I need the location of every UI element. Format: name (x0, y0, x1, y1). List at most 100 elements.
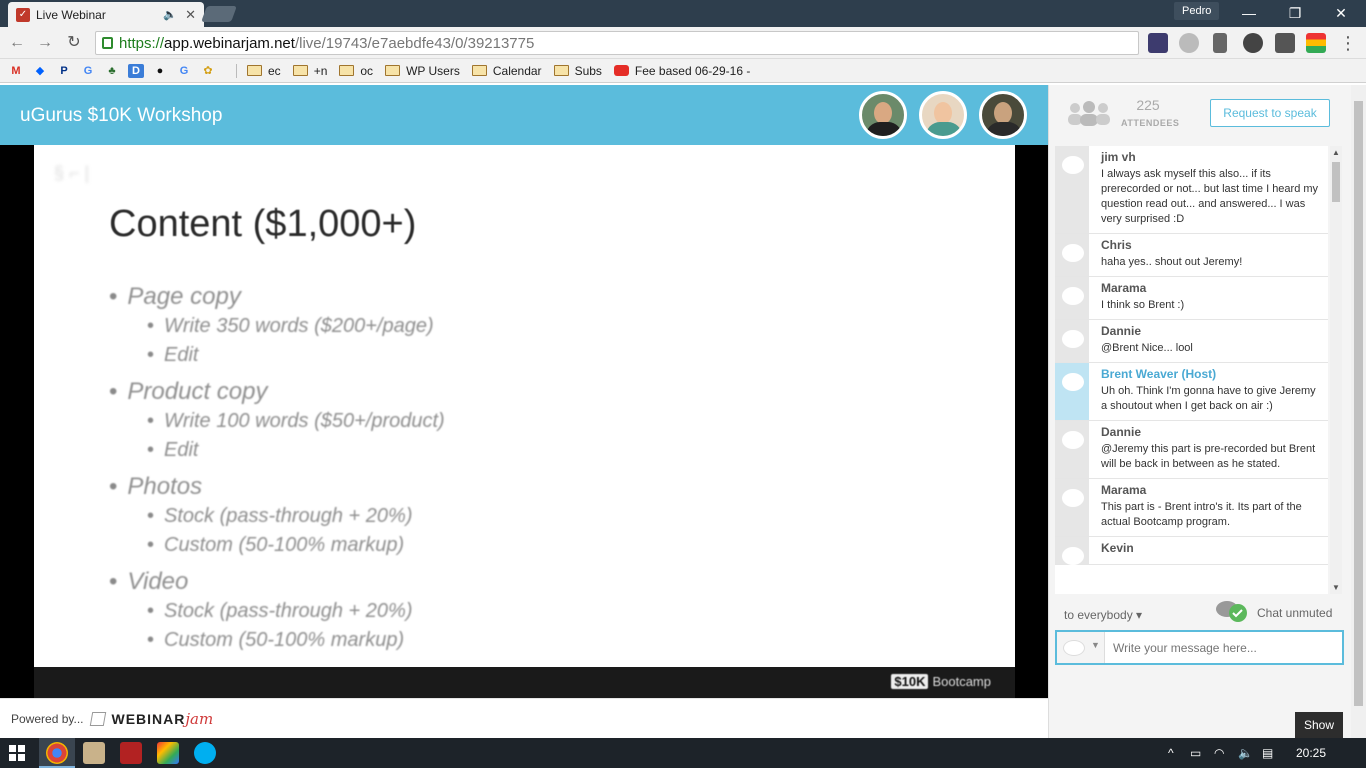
webinarjam-logo-text[interactable]: WEBINAR (111, 711, 185, 727)
folder-icon (292, 65, 308, 76)
extension-bulb-icon[interactable] (1275, 33, 1295, 53)
color-app-icon[interactable] (157, 742, 179, 764)
request-to-speak-button[interactable]: Request to speak (1210, 99, 1330, 127)
chat-avatar (1055, 479, 1089, 536)
slide-subbullet: • Stock (pass-through + 20%) (147, 505, 413, 527)
scroll-up-icon[interactable]: ▲ (1332, 148, 1340, 157)
chat-avatar (1055, 537, 1089, 565)
webinarjam-logo-accent[interactable]: jam (185, 710, 213, 728)
browser-tab[interactable]: ✓ Live Webinar 🔈 ✕ (8, 2, 204, 27)
bookmark-folder[interactable]: Calendar (471, 64, 542, 78)
chat-status: Chat unmuted (1257, 606, 1333, 620)
taskbar-clock[interactable]: 20:25 (1296, 746, 1326, 760)
message-type-select[interactable]: ▼ (1057, 632, 1105, 663)
filezilla-icon[interactable] (120, 742, 142, 764)
restore-icon[interactable]: ❐ (1280, 3, 1310, 23)
speech-bubble-icon (1062, 489, 1084, 507)
chat-avatar (1055, 146, 1089, 233)
paypal-icon[interactable]: P (56, 64, 72, 78)
page-scrollbar[interactable] (1351, 85, 1366, 738)
volume-icon[interactable]: 🔈 (1238, 746, 1253, 760)
url-host: app.webinarjam.net (164, 34, 295, 52)
chat-author: Dannie (1101, 425, 1142, 439)
speech-bubble-icon (1062, 156, 1084, 174)
chat-author: jim vh (1101, 150, 1136, 164)
bookmark-d-icon[interactable]: D (128, 63, 144, 78)
bookmark-folder[interactable]: ec (247, 64, 281, 78)
message-composer: ▼ (1055, 630, 1344, 665)
message-input[interactable] (1105, 632, 1342, 663)
bookmark-video[interactable]: Fee based 06-29-16 - (613, 64, 750, 78)
scroll-down-icon[interactable]: ▼ (1332, 583, 1340, 592)
dropbox-icon[interactable]: ◆ (32, 64, 48, 78)
close-tab-icon[interactable]: ✕ (185, 7, 196, 23)
attendees-icon (1068, 101, 1110, 126)
chat-scroll-thumb[interactable] (1332, 162, 1340, 202)
minimize-icon[interactable]: — (1234, 3, 1264, 23)
chrome-icon[interactable] (46, 742, 68, 764)
avatar-face (874, 102, 892, 124)
chat-panel: 225 ATTENDEES Request to speak jim vh I a… (1048, 85, 1366, 738)
folder-icon (471, 65, 487, 76)
skype-icon[interactable] (194, 742, 216, 764)
show-button[interactable]: Show (1295, 712, 1343, 738)
bookmark-puzzle-icon[interactable]: ✿ (200, 64, 216, 78)
avatar-body (866, 122, 902, 136)
new-tab-button[interactable] (201, 6, 237, 22)
chat-scrollbar[interactable]: ▲ ▼ (1330, 146, 1342, 594)
bookmark-folder[interactable]: +n (292, 64, 327, 78)
extension-book-icon[interactable] (1213, 33, 1227, 53)
speech-bubble-icon (1062, 244, 1084, 262)
bookmark-folder[interactable]: Subs (553, 64, 602, 78)
bookmark-tree-icon[interactable]: ♣ (104, 64, 120, 78)
url-scheme: https:// (119, 34, 165, 52)
notifications-icon[interactable]: ▤ (1262, 746, 1273, 760)
chat-text: @Brent Nice... lool (1101, 342, 1193, 354)
extension-color-icon[interactable] (1306, 33, 1326, 53)
chat-avatar (1055, 320, 1089, 362)
profile-button[interactable]: Pedro (1174, 2, 1220, 20)
extension-feather-icon[interactable] (1243, 33, 1263, 53)
extension-circle-icon[interactable] (1179, 33, 1199, 53)
chat-text: haha yes.. shout out Jeremy! (1101, 256, 1243, 268)
host-avatar[interactable] (859, 91, 907, 139)
slide-bullets: • Page copy • Write 350 words ($200+/page)… (109, 281, 445, 655)
video-player[interactable]: § ⌐ | Content ($1,000+) • Page copy • Writ… (0, 145, 1048, 698)
battery-icon[interactable]: ▭ (1190, 746, 1201, 760)
slide-subbullet: • Stock (pass-through + 20%) (147, 600, 413, 622)
webinarjam-favicon-icon: ✓ (16, 7, 30, 22)
reload-icon[interactable]: ↻ (64, 33, 84, 53)
slide-corner-mark: § ⌐ | (54, 163, 90, 183)
close-window-icon[interactable]: ✕ (1326, 3, 1356, 23)
page-scroll-thumb[interactable] (1354, 101, 1363, 706)
chat-message-list[interactable]: jim vh I always ask myself this also... i… (1055, 146, 1328, 594)
forward-icon[interactable]: → (35, 33, 55, 53)
host-avatar[interactable] (919, 91, 967, 139)
slide-subbullet: • Custom (50-100% markup) (147, 534, 405, 556)
gmail-icon[interactable]: M (8, 64, 24, 78)
bookmark-folder[interactable]: WP Users (385, 64, 460, 78)
chat-text: I always ask myself this also... if its … (1101, 168, 1319, 225)
recipient-dropdown[interactable]: to everybody ▾ (1064, 608, 1142, 622)
bookmarks-divider (236, 63, 237, 78)
windows-start-icon[interactable] (9, 745, 25, 761)
host-avatar[interactable] (979, 91, 1027, 139)
speaker-icon[interactable]: 🔈 (163, 8, 177, 21)
folder-icon (339, 65, 355, 76)
chat-avatar (1055, 234, 1089, 276)
google-icon-2[interactable]: G (176, 64, 192, 78)
bookmark-folder[interactable]: oc (339, 64, 373, 78)
url-path: /live/19743/e7aebdfe43/0/39213775 (294, 34, 535, 52)
back-icon[interactable]: ← (7, 33, 27, 53)
chat-avatar (1055, 421, 1089, 478)
file-explorer-icon[interactable] (83, 742, 105, 764)
extension-b-icon[interactable] (1148, 33, 1168, 53)
chat-author: Kevin (1101, 541, 1134, 555)
tray-expand-icon[interactable]: ^ (1168, 746, 1174, 760)
google-icon[interactable]: G (80, 64, 96, 78)
webinar-title: uGurus $10K Workshop (20, 105, 223, 126)
menu-icon[interactable]: ⋮ (1338, 33, 1358, 53)
address-bar[interactable]: https:// app.webinarjam.net /live/19743/… (95, 31, 1139, 55)
wifi-icon[interactable]: ◠ (1214, 746, 1224, 760)
github-icon[interactable]: ● (152, 64, 168, 78)
